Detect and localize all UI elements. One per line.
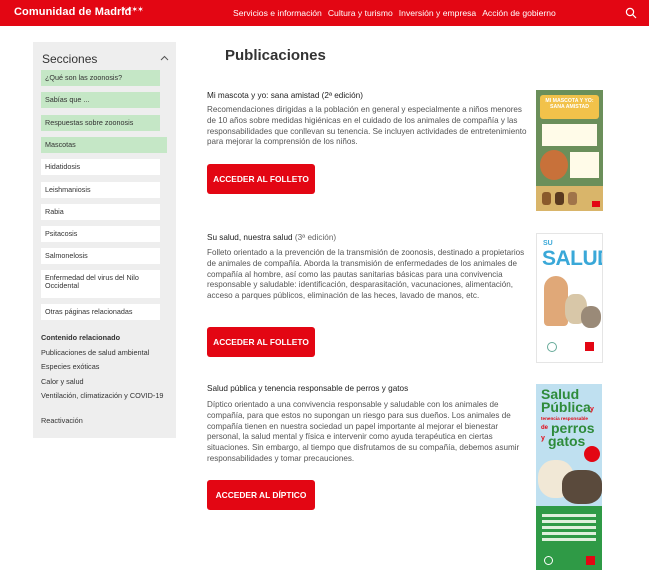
related-link-ventilacion[interactable]: Ventilación, climatización y COVID-19 bbox=[41, 391, 169, 401]
publication-title: Su salud, nuestra salud (3ª edición) bbox=[207, 233, 336, 242]
main-nav: Servicios e información Cultura y turism… bbox=[233, 8, 556, 18]
cover-pet-figure bbox=[542, 192, 551, 205]
sidebar-item-salmonelosis[interactable]: Salmonelosis bbox=[41, 248, 160, 264]
cover-cat-illustration bbox=[562, 470, 602, 504]
cover-logo-mark bbox=[592, 201, 600, 207]
sidebar-item-psitacosis[interactable]: Psitacosis bbox=[41, 226, 160, 242]
related-link-reactivacion[interactable]: Reactivación bbox=[41, 416, 169, 426]
sidebar-item-sabias[interactable]: Sabías que ... bbox=[41, 92, 160, 108]
access-brochure-button[interactable]: ACCEDER AL FOLLETO bbox=[207, 327, 315, 357]
cover-pet-figure bbox=[555, 192, 564, 205]
cover-logo-mark bbox=[586, 556, 595, 565]
cover-text-line bbox=[542, 526, 596, 529]
stars-logo-icon: ✶✶✶✶ bbox=[120, 5, 144, 14]
cover-title-line: y bbox=[541, 435, 545, 442]
related-content-title: Contenido relacionado bbox=[41, 333, 121, 342]
publication-cover-image[interactable]: SU SALUD bbox=[536, 233, 603, 363]
related-link-especies[interactable]: Especies exóticas bbox=[41, 362, 169, 372]
publication-title: Salud pública y tenencia responsable de … bbox=[207, 384, 409, 393]
cover-illustration bbox=[540, 150, 568, 180]
cover-panel bbox=[570, 152, 599, 178]
nav-item-servicios[interactable]: Servicios e información bbox=[233, 8, 322, 18]
cover-text-line bbox=[542, 520, 596, 523]
access-brochure-button[interactable]: ACCEDER AL FOLLETO bbox=[207, 164, 315, 194]
cover-cat-illustration bbox=[581, 306, 601, 328]
cover-logo-mark bbox=[585, 342, 594, 351]
sidebar: Secciones ¿Qué son las zoonosis? Sabías … bbox=[33, 42, 176, 438]
publication-cover-image[interactable]: MI MASCOTA Y YO: SANA AMISTAD bbox=[536, 90, 603, 211]
sidebar-item-leishmaniosis[interactable]: Leishmaniosis bbox=[41, 182, 160, 198]
nav-item-accion[interactable]: Acción de gobierno bbox=[482, 8, 556, 18]
publication-edition: (3ª edición) bbox=[294, 233, 337, 242]
cover-logo-mark bbox=[544, 556, 553, 565]
sidebar-item-respuestas[interactable]: Respuestas sobre zoonosis bbox=[41, 115, 160, 131]
brand-logo-text[interactable]: Comunidad de Madrid bbox=[14, 6, 131, 18]
nav-item-inversion[interactable]: Inversión y empresa bbox=[399, 8, 476, 18]
sidebar-item-rabia[interactable]: Rabia bbox=[41, 204, 160, 220]
cover-text-line bbox=[542, 514, 596, 517]
chevron-up-icon[interactable] bbox=[160, 55, 169, 61]
cover-title-text: SALUD bbox=[542, 247, 602, 270]
sidebar-item-nilo[interactable]: Enfermedad del virus del Nilo Occidental bbox=[41, 270, 160, 298]
cover-panel bbox=[542, 124, 597, 146]
cover-text-line bbox=[542, 538, 596, 541]
cover-title-line: Pública bbox=[541, 399, 591, 415]
sidebar-item-hidatidosis[interactable]: Hidatidosis bbox=[41, 159, 160, 175]
cover-title-line: de bbox=[541, 425, 549, 431]
sidebar-item-otras[interactable]: Otras páginas relacionadas bbox=[41, 304, 160, 320]
cover-child-illustration bbox=[544, 276, 568, 326]
sidebar-item-zoonosis[interactable]: ¿Qué son las zoonosis? bbox=[41, 70, 160, 86]
cover-small-text: SU bbox=[543, 240, 553, 247]
page-title: Publicaciones bbox=[225, 47, 326, 64]
cover-text-line bbox=[542, 532, 596, 535]
nav-item-cultura[interactable]: Cultura y turismo bbox=[328, 8, 393, 18]
related-link-calor[interactable]: Calor y salud bbox=[41, 377, 169, 387]
sidebar-item-mascotas[interactable]: Mascotas bbox=[41, 137, 167, 153]
publication-description: Recomendaciones dirigidas a la población… bbox=[207, 105, 527, 147]
publication-title: Mi mascota y yo: sana amistad (2ª edició… bbox=[207, 91, 363, 100]
top-bar: Comunidad de Madrid ✶✶✶✶ Servicios e inf… bbox=[0, 0, 649, 26]
sidebar-title: Secciones bbox=[42, 52, 98, 66]
search-icon[interactable] bbox=[625, 7, 637, 19]
publication-description: Díptico orientado a una convivencia resp… bbox=[207, 400, 520, 463]
access-diptych-button[interactable]: ACCEDER AL DÍPTICO bbox=[207, 480, 315, 510]
cover-title-line: gatos bbox=[548, 433, 586, 449]
cover-title-line: y bbox=[590, 406, 594, 413]
publication-title-main: Su salud, nuestra salud bbox=[207, 233, 293, 242]
cover-title-text: MI MASCOTA Y YO: SANA AMISTAD bbox=[545, 98, 594, 110]
cover-pet-figure bbox=[568, 192, 577, 205]
publication-description: Folleto orientado a la prevención de la … bbox=[207, 248, 525, 301]
cover-badge bbox=[584, 446, 600, 462]
publication-cover-image[interactable]: Salud Pública y tenencia responsable de … bbox=[536, 384, 602, 570]
cover-logo-mark bbox=[547, 342, 557, 352]
related-link-publicaciones[interactable]: Publicaciones de salud ambiental bbox=[41, 348, 169, 358]
